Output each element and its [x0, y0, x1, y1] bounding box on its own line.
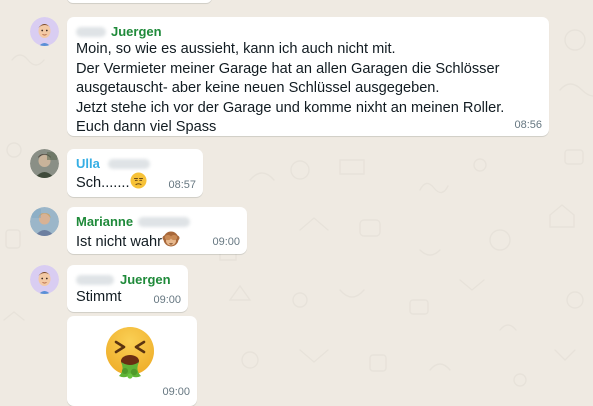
- message-line: Der Vermieter meiner Garage hat an allen…: [76, 60, 500, 77]
- message-bubble[interactable]: Marianne Ist nicht wahr 09:00: [67, 207, 247, 254]
- memoji-avatar-icon: [30, 265, 59, 294]
- sender-name[interactable]: Marianne: [76, 214, 191, 230]
- message-bubble[interactable]: Juergen Stimmt 09:00: [67, 265, 188, 312]
- message-body: Ist nicht wahr: [76, 234, 162, 250]
- sender-label: Juergen: [120, 272, 171, 287]
- previous-message-bubble: [67, 0, 212, 3]
- profile-photo-icon: [30, 207, 59, 236]
- avatar[interactable]: [30, 149, 59, 178]
- emoji-message-bubble[interactable]: 09:00: [67, 316, 197, 406]
- message-text: Moin, so wie es aussieht, kann ich auch …: [76, 40, 504, 138]
- message-body: Sch.......: [76, 175, 130, 191]
- message-text: Sch.......: [76, 172, 147, 194]
- message-bubble[interactable]: Juergen Moin, so wie es aussieht, kann i…: [67, 17, 549, 136]
- see-no-evil-monkey-icon: [162, 231, 180, 247]
- redacted-name: [138, 217, 191, 227]
- message-text: Stimmt: [76, 289, 122, 305]
- sender-name[interactable]: Juergen: [76, 24, 162, 40]
- avatar[interactable]: [30, 17, 59, 46]
- timestamp: 09:00: [212, 236, 240, 248]
- timestamp: 08:56: [514, 119, 542, 131]
- profile-photo-icon: [30, 149, 59, 178]
- avatar[interactable]: [30, 265, 59, 294]
- timestamp: 09:00: [153, 294, 181, 306]
- redacted-name: [76, 27, 106, 37]
- avatar[interactable]: [30, 207, 59, 236]
- vomiting-face-icon: [106, 327, 154, 379]
- message-line: Moin, so wie es aussieht, kann ich auch …: [76, 41, 396, 57]
- unamused-face-icon: [130, 172, 147, 189]
- timestamp: 09:00: [162, 386, 190, 398]
- sender-name[interactable]: Ulla: [76, 156, 150, 172]
- timestamp: 08:57: [168, 179, 196, 191]
- message-line: ausgetauscht- aber keine neuen Schlüssel…: [76, 80, 440, 96]
- sender-label: Ulla: [76, 156, 100, 171]
- message-text: Ist nicht wahr: [76, 230, 180, 253]
- message-bubble[interactable]: Ulla Sch....... 08:57: [67, 149, 203, 197]
- redacted-name: [76, 275, 114, 285]
- sender-label: Juergen: [111, 24, 162, 39]
- message-line: Jetzt stehe ich vor der Garage und komme…: [76, 99, 505, 116]
- sender-name[interactable]: Juergen: [76, 272, 171, 288]
- sender-label: Marianne: [76, 214, 134, 229]
- message-line: Euch dann viel Spass: [76, 119, 217, 135]
- memoji-avatar-icon: [30, 17, 59, 46]
- redacted-name: [107, 159, 150, 169]
